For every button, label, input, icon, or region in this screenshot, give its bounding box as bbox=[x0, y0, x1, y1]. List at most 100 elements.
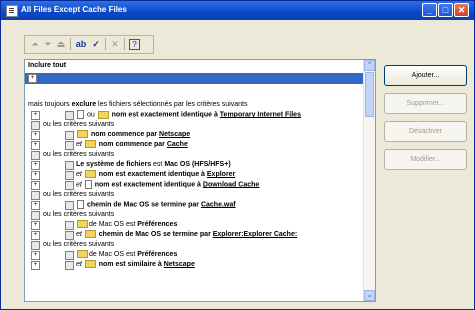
rule-handle-icon[interactable] bbox=[65, 131, 74, 140]
rule-value: Explorer bbox=[206, 171, 236, 178]
close-button[interactable]: ✕ bbox=[454, 3, 469, 17]
rule-handle-icon[interactable] bbox=[65, 111, 74, 120]
exclude-post: les fichiers sélectionnés par les critèr… bbox=[96, 101, 248, 108]
expand-icon[interactable]: + bbox=[31, 181, 40, 190]
rule-field: nom commence par bbox=[89, 131, 160, 138]
rule-connector: et bbox=[76, 171, 82, 178]
maximize-button[interactable]: □ bbox=[438, 3, 453, 17]
file-icon bbox=[77, 110, 84, 119]
cancel-icon[interactable]: ✕ bbox=[109, 38, 121, 50]
expand-icon[interactable]: + bbox=[31, 251, 40, 260]
rule-handle-icon[interactable] bbox=[65, 221, 74, 230]
folder-icon bbox=[97, 110, 109, 119]
or-label: ou les critères suivants bbox=[43, 121, 115, 128]
scroll-up-icon[interactable]: ⌃ bbox=[364, 60, 375, 71]
rule-handle-icon[interactable] bbox=[31, 191, 40, 200]
rule-handle-icon[interactable] bbox=[31, 211, 40, 220]
rule-value: Préférences bbox=[137, 221, 178, 228]
scroll-down-icon[interactable]: ⌄ bbox=[364, 290, 375, 301]
rule-handle-icon[interactable] bbox=[31, 151, 40, 160]
rule-handle-icon[interactable] bbox=[65, 171, 74, 180]
folder-icon bbox=[77, 130, 88, 139]
expand-icon[interactable]: + bbox=[31, 141, 40, 150]
list-item[interactable]: et nom est exactement identique à Downlo… bbox=[76, 180, 259, 190]
rule-value: Temporary Internet Files bbox=[219, 111, 301, 119]
rule-field: de Mac OS est bbox=[89, 221, 138, 228]
title-bar[interactable]: All Files Except Cache Files _ □ ✕ bbox=[1, 1, 474, 20]
rule-value: Netscape bbox=[159, 131, 191, 138]
include-all-label: Inclure tout bbox=[28, 62, 67, 69]
folder-icon bbox=[84, 260, 96, 269]
expand-icon[interactable]: + bbox=[31, 201, 40, 210]
rule-handle-icon[interactable] bbox=[31, 241, 40, 250]
expand-icon[interactable]: + bbox=[31, 131, 40, 140]
modify-button[interactable]: Modifier... bbox=[384, 149, 467, 170]
rule-handle-icon[interactable] bbox=[31, 121, 40, 130]
rule-op: se termine par bbox=[151, 201, 201, 209]
list-item[interactable]: ou nom est exactement identique à Tempor… bbox=[76, 110, 301, 120]
exclude-header: mais toujours exclure les fichiers sélec… bbox=[28, 100, 247, 110]
rule-field: nom est exactement identique à bbox=[96, 171, 207, 178]
move-down-icon[interactable]: ⏷ bbox=[42, 38, 54, 50]
rule-field: Le système de fichiers bbox=[76, 161, 152, 168]
help-icon[interactable]: ? bbox=[129, 39, 140, 50]
rule-field: chemin de Mac OS bbox=[85, 201, 152, 209]
list-item[interactable]: et chemin de Mac OS se termine par Explo… bbox=[76, 230, 297, 240]
folder-icon bbox=[84, 140, 96, 149]
rule-field: chemin de Mac OS bbox=[96, 231, 163, 238]
rule-connector: et bbox=[76, 181, 82, 189]
rule-handle-icon[interactable] bbox=[65, 251, 74, 260]
expand-icon[interactable]: + bbox=[31, 231, 40, 240]
rename-icon[interactable]: ab bbox=[74, 38, 88, 50]
or-label: ou les critères suivants bbox=[43, 191, 115, 198]
check-icon[interactable]: ✓ bbox=[90, 38, 102, 50]
expand-icon[interactable]: + bbox=[31, 171, 40, 180]
expand-icon[interactable]: + bbox=[31, 221, 40, 230]
rule-handle-icon[interactable] bbox=[65, 161, 74, 170]
file-icon bbox=[84, 180, 92, 189]
list-item[interactable]: nom commence par Netscape bbox=[76, 130, 190, 140]
vertical-scrollbar[interactable]: ⌃ ⌄ bbox=[363, 60, 375, 301]
list-item[interactable]: de Mac OS est Préférences bbox=[76, 250, 177, 260]
rule-value: Cache.waf bbox=[200, 201, 236, 209]
rule-field: nom est exactement identique à bbox=[92, 181, 203, 189]
list-item[interactable]: et nom est similaire à Netscape bbox=[76, 260, 195, 270]
remove-button[interactable]: Supprimer... bbox=[384, 93, 467, 114]
expand-icon[interactable]: + bbox=[31, 261, 40, 270]
disable-button[interactable]: Désactiver bbox=[384, 121, 467, 142]
toolbar-separator bbox=[70, 38, 71, 50]
add-button[interactable]: Ajouter... bbox=[384, 65, 467, 86]
list-item[interactable]: chemin de Mac OS se termine par Cache.wa… bbox=[76, 200, 236, 210]
minimize-button[interactable]: _ bbox=[422, 3, 437, 17]
list-item-selected[interactable] bbox=[25, 73, 363, 84]
expand-icon[interactable]: + bbox=[31, 111, 40, 120]
rule-handle-icon[interactable] bbox=[65, 201, 74, 210]
list-item[interactable]: de Mac OS est Préférences bbox=[76, 220, 177, 230]
rule-value: Download Cache bbox=[202, 181, 260, 189]
move-up-icon[interactable]: ⏶ bbox=[29, 38, 41, 50]
expand-icon[interactable]: + bbox=[31, 161, 40, 170]
rule-handle-icon[interactable] bbox=[65, 261, 74, 270]
expand-icon[interactable]: + bbox=[28, 74, 37, 83]
criteria-list[interactable]: Inclure tout + mais toujours exclure les… bbox=[24, 59, 376, 302]
exclude-pre: mais toujours bbox=[28, 101, 72, 108]
rule-handle-icon[interactable] bbox=[65, 181, 74, 190]
rule-value: Netscape bbox=[163, 261, 195, 268]
delete-icon[interactable]: ⏏ bbox=[55, 38, 67, 50]
rule-connector: et bbox=[76, 231, 82, 238]
rule-handle-icon[interactable] bbox=[65, 231, 74, 240]
or-label: ou les critères suivants bbox=[43, 241, 115, 248]
rule-field: nom commence par bbox=[96, 141, 167, 148]
rule-value: Explorer:Explorer Cache: bbox=[212, 231, 298, 238]
list-item[interactable]: et nom commence par Cache bbox=[76, 140, 188, 150]
list-item[interactable]: et nom est exactement identique à Explor… bbox=[76, 170, 235, 180]
folder-icon bbox=[84, 170, 96, 179]
list-item[interactable]: Le système de fichiers est Mac OS (HFS/H… bbox=[76, 160, 231, 170]
rule-handle-icon[interactable] bbox=[65, 141, 74, 150]
toolbar: ⏶ ⏷ ⏏ ab ✓ ✕ ? bbox=[24, 35, 154, 54]
scroll-thumb[interactable] bbox=[365, 72, 374, 117]
rule-connector: et bbox=[76, 141, 82, 148]
rule-value: Préférences bbox=[137, 251, 178, 258]
toolbar-separator bbox=[124, 38, 125, 50]
rule-field: nom est similaire à bbox=[96, 261, 164, 268]
